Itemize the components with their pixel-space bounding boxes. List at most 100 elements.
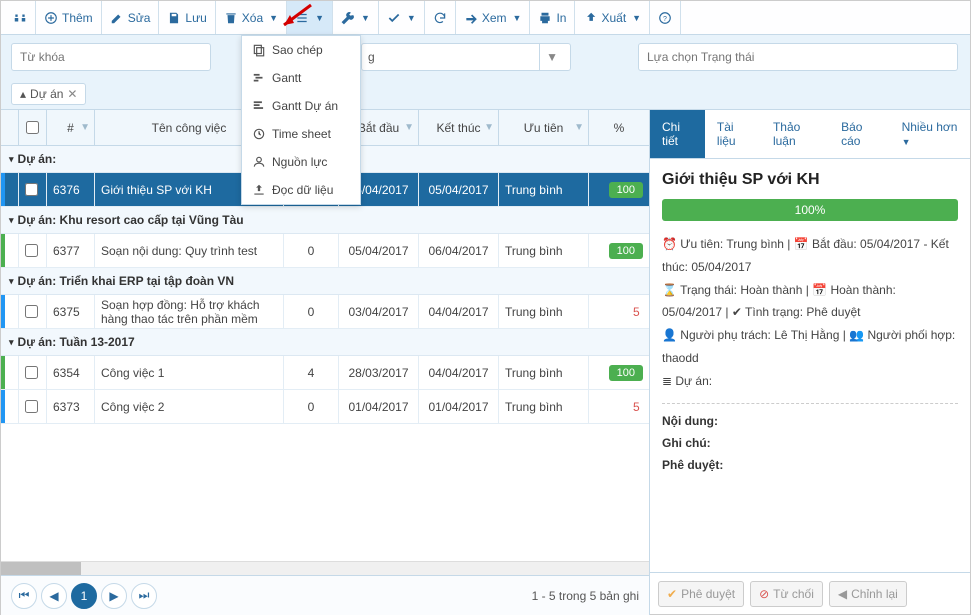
- refresh-icon: [433, 11, 447, 25]
- trash-icon: [224, 11, 238, 25]
- detail-tabs: Chi tiết Tài liệu Thảo luận Báo cáo Nhiề…: [650, 110, 970, 159]
- gantt-project-icon: [252, 99, 266, 113]
- group-row[interactable]: ▾ Dự án: Triển khai ERP tại tập đoàn VN: [1, 268, 649, 295]
- edit-button[interactable]: Sửa: [102, 1, 160, 34]
- pager-info: 1 - 5 trong 5 bản ghi: [532, 589, 639, 603]
- pager: ⏮ ◀ 1 ▶ ⏭: [11, 583, 157, 609]
- row-checkbox[interactable]: [25, 183, 38, 196]
- view-button[interactable]: Xem▼: [456, 1, 531, 34]
- check-menu-button[interactable]: ▼: [379, 1, 425, 34]
- menu-gantt[interactable]: Gantt: [242, 64, 360, 92]
- svg-text:?: ?: [663, 15, 667, 22]
- col-checkbox[interactable]: [19, 110, 47, 145]
- binoculars-button[interactable]: [5, 1, 36, 34]
- search-row: g ▼: [1, 35, 970, 79]
- help-button[interactable]: ?: [650, 1, 681, 34]
- list-menu-button[interactable]: ▼: [287, 1, 333, 34]
- project-chip[interactable]: ▴ Dự án ✕: [11, 83, 86, 105]
- wrench-icon: [341, 11, 355, 25]
- table-row[interactable]: 6354Công việc 1428/03/201704/04/2017Trun…: [1, 356, 649, 390]
- toolbar: Thêm Sửa Lưu Xóa▼ ▼ ▼ ▼ Xem▼ In Xuất▼ ?: [1, 1, 970, 35]
- caret-icon: ▼: [540, 50, 564, 64]
- share-icon: [583, 11, 597, 25]
- col-mark: [1, 110, 19, 145]
- menu-timesheet[interactable]: Time sheet: [242, 120, 360, 148]
- h-scrollbar[interactable]: [1, 561, 649, 575]
- table-row[interactable]: 6375Soạn hợp đồng: Hỗ trợ khách hàng tha…: [1, 295, 649, 329]
- reject-button[interactable]: ⊘Từ chối: [750, 581, 823, 607]
- status-select[interactable]: [638, 43, 958, 71]
- tab-baocao[interactable]: Báo cáo: [829, 110, 889, 158]
- keyword-input[interactable]: [11, 43, 211, 71]
- tools-menu-button[interactable]: ▼: [333, 1, 379, 34]
- filter-icon[interactable]: ▼: [484, 122, 494, 133]
- menu-docdulieu[interactable]: Đọc dữ liệu: [242, 176, 360, 204]
- filter-icon[interactable]: ▼: [574, 122, 584, 133]
- partial-select[interactable]: g ▼: [361, 43, 571, 71]
- copy-icon: [252, 43, 266, 57]
- question-icon: ?: [658, 11, 672, 25]
- save-button[interactable]: Lưu: [159, 1, 215, 34]
- table-row[interactable]: 6373Công việc 2001/04/201701/04/2017Trun…: [1, 390, 649, 424]
- print-button[interactable]: In: [530, 1, 575, 34]
- gantt-icon: [252, 71, 266, 85]
- detail-actions: ✔Phê duyệt ⊘Từ chối ◀Chỉnh lại: [650, 572, 970, 615]
- delete-button[interactable]: Xóa▼: [216, 1, 287, 34]
- col-id[interactable]: #▼: [47, 110, 95, 145]
- row-checkbox[interactable]: [25, 244, 38, 257]
- ghichu-label: Ghi chú:: [662, 436, 958, 450]
- col-percent[interactable]: %: [589, 110, 649, 145]
- close-icon[interactable]: ✕: [67, 87, 77, 101]
- pager-last[interactable]: ⏭: [131, 583, 157, 609]
- refresh-button[interactable]: [425, 1, 456, 34]
- user-icon: [252, 155, 266, 169]
- detail-panel: Chi tiết Tài liệu Thảo luận Báo cáo Nhiề…: [650, 110, 970, 615]
- save-icon: [167, 11, 181, 25]
- detail-content: Giới thiệu SP với KH 100% ⏰ Ưu tiên: Tru…: [650, 159, 970, 572]
- check-icon: [387, 11, 401, 25]
- tab-tailieu[interactable]: Tài liệu: [705, 110, 761, 158]
- row-checkbox[interactable]: [25, 400, 38, 413]
- revise-button[interactable]: ◀Chỉnh lại: [829, 581, 907, 607]
- col-priority[interactable]: Ưu tiên▼: [499, 110, 589, 145]
- pager-next[interactable]: ▶: [101, 583, 127, 609]
- table-row[interactable]: 6377Soạn nội dung: Quy trình test005/04/…: [1, 234, 649, 268]
- col-end[interactable]: Kết thúc▼: [419, 110, 499, 145]
- grid-body[interactable]: ▾ Dự án:6376Giới thiệu SP với KH105/04/2…: [1, 146, 649, 561]
- approve-button[interactable]: ✔Phê duyệt: [658, 581, 744, 607]
- filter-icon[interactable]: ▼: [404, 122, 414, 133]
- menu-gantt-duan[interactable]: Gantt Dự án: [242, 92, 360, 120]
- binoculars-icon: [13, 11, 27, 25]
- pager-current[interactable]: 1: [71, 583, 97, 609]
- list-dropdown: Sao chép Gantt Gantt Dự án Time sheet Ng…: [241, 35, 361, 205]
- arrow-right-icon: [464, 11, 478, 25]
- group-row[interactable]: ▾ Dự án: Tuần 13-2017: [1, 329, 649, 356]
- tab-thaoluan[interactable]: Thảo luận: [761, 110, 829, 158]
- menu-saochep[interactable]: Sao chép: [242, 36, 360, 64]
- print-icon: [538, 11, 552, 25]
- filter-tabs: ▴ Dự án ✕: [1, 79, 970, 110]
- filter-icon[interactable]: ▼: [80, 122, 90, 133]
- noidung-label: Nội dung:: [662, 414, 958, 428]
- add-button[interactable]: Thêm: [36, 1, 102, 34]
- list-icon: [295, 11, 309, 25]
- pager-prev[interactable]: ◀: [41, 583, 67, 609]
- plus-circle-icon: [44, 11, 58, 25]
- caret-icon: ▴: [20, 87, 26, 101]
- progress-bar: 100%: [662, 199, 958, 221]
- upload-icon: [252, 183, 266, 197]
- add-label: Thêm: [62, 11, 93, 25]
- caret-icon: ▼: [269, 13, 278, 23]
- export-button[interactable]: Xuất▼: [575, 1, 650, 34]
- group-row[interactable]: ▾ Dự án: Khu resort cao cấp tại Vũng Tàu: [1, 207, 649, 234]
- menu-nguonluc[interactable]: Nguồn lực: [242, 148, 360, 176]
- row-checkbox[interactable]: [25, 366, 38, 379]
- pheduyet-label: Phê duyệt:: [662, 458, 958, 472]
- grid-footer: ⏮ ◀ 1 ▶ ⏭ 1 - 5 trong 5 bản ghi: [1, 575, 649, 615]
- tab-nhieuhon[interactable]: Nhiều hơn ▼: [890, 110, 970, 158]
- row-checkbox[interactable]: [25, 305, 38, 318]
- detail-title: Giới thiệu SP với KH: [662, 171, 958, 189]
- clock-icon: [252, 127, 266, 141]
- pager-first[interactable]: ⏮: [11, 583, 37, 609]
- tab-chitiet[interactable]: Chi tiết: [650, 110, 705, 158]
